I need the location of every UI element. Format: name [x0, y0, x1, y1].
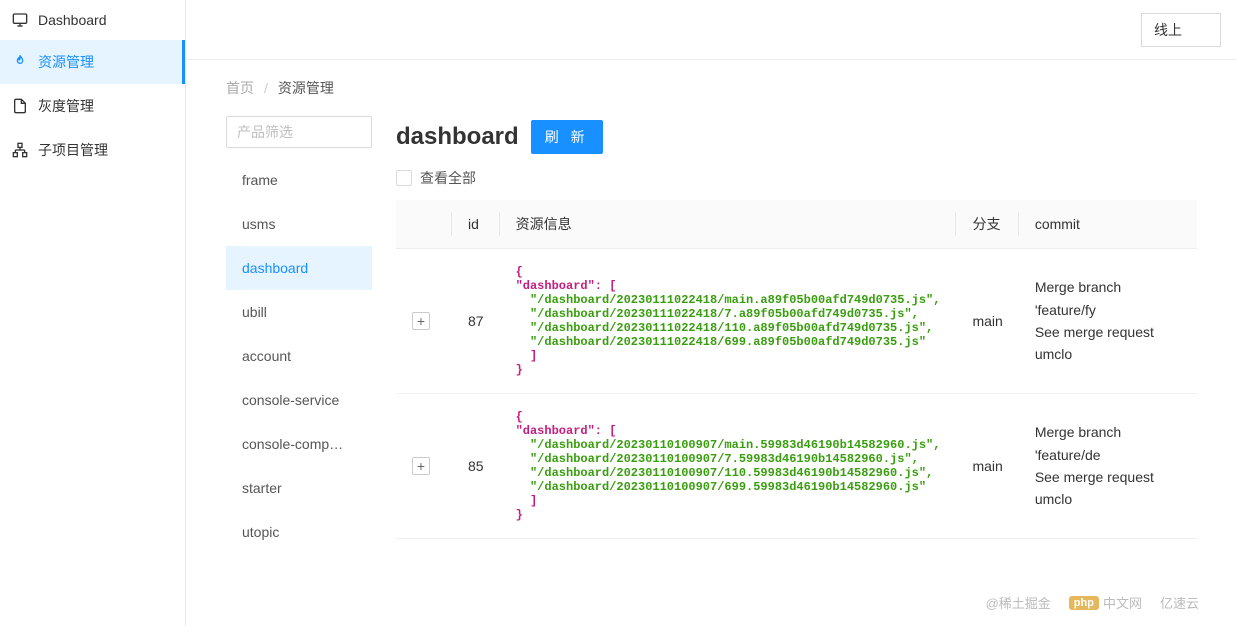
product-filter-input[interactable] — [226, 116, 372, 148]
env-select[interactable]: 线上 — [1141, 13, 1221, 47]
expand-button[interactable]: + — [412, 312, 430, 330]
nav-item-label: Dashboard — [38, 12, 107, 28]
nav-item-label: 资源管理 — [38, 52, 94, 72]
nav-item-dashboard[interactable]: Dashboard — [0, 0, 185, 40]
env-select-value: 线上 — [1154, 22, 1182, 38]
product-panel: frameusmsdashboardubillaccountconsole-se… — [226, 116, 372, 626]
refresh-button[interactable]: 刷 新 — [531, 120, 603, 154]
nav-item-资源管理[interactable]: 资源管理 — [0, 40, 185, 84]
col-branch: 分支 — [956, 200, 1018, 249]
breadcrumb: 首页 / 资源管理 — [186, 60, 1237, 116]
cell-id: 85 — [452, 394, 500, 539]
cell-branch: main — [956, 394, 1018, 539]
table-row: +85{ "dashboard": [ "/dashboard/20230110… — [396, 394, 1197, 539]
detail-panel: dashboard 刷 新 查看全部 id 资源信息 分 — [396, 116, 1197, 626]
product-item[interactable]: ubill — [226, 290, 372, 334]
table-row: +87{ "dashboard": [ "/dashboard/20230111… — [396, 249, 1197, 394]
cell-id: 87 — [452, 249, 500, 394]
nav-item-灰度管理[interactable]: 灰度管理 — [0, 84, 185, 128]
product-item[interactable]: utopic — [226, 510, 372, 554]
product-item[interactable]: starter — [226, 466, 372, 510]
sidebar: Dashboard 资源管理灰度管理子项目管理 — [0, 0, 186, 626]
cell-commit: Merge branch 'feature/fy See merge reque… — [1019, 249, 1197, 394]
breadcrumb-current: 资源管理 — [278, 78, 334, 98]
fire-icon — [12, 54, 28, 70]
resource-table: id 资源信息 分支 commit +87{ "dashboard": [ "/… — [396, 200, 1197, 539]
expand-button[interactable]: + — [412, 457, 430, 475]
view-all-label: 查看全部 — [420, 168, 476, 188]
col-expand — [396, 200, 452, 249]
page-title: dashboard — [396, 123, 519, 151]
view-all-checkbox[interactable] — [396, 170, 412, 186]
cell-branch: main — [956, 249, 1018, 394]
product-item[interactable]: account — [226, 334, 372, 378]
product-item[interactable]: console-service — [226, 378, 372, 422]
cell-resource: { "dashboard": [ "/dashboard/20230110100… — [500, 394, 957, 539]
file-icon — [12, 98, 28, 114]
col-resource: 资源信息 — [500, 200, 957, 249]
col-id: id — [452, 200, 500, 249]
main: 线上 首页 / 资源管理 frameusmsdashboardubillacco… — [186, 0, 1237, 626]
cell-resource: { "dashboard": [ "/dashboard/20230111022… — [500, 249, 957, 394]
product-item[interactable]: dashboard — [226, 246, 372, 290]
product-item[interactable]: usms — [226, 202, 372, 246]
cell-commit: Merge branch 'feature/de See merge reque… — [1019, 394, 1197, 539]
nav-item-label: 子项目管理 — [38, 140, 108, 160]
breadcrumb-separator: / — [264, 80, 268, 96]
product-item[interactable]: console-comp… — [226, 422, 372, 466]
monitor-icon — [12, 12, 28, 28]
topbar: 线上 — [186, 0, 1237, 60]
product-item[interactable]: frame — [226, 158, 372, 202]
col-commit: commit — [1019, 200, 1197, 249]
nav-item-label: 灰度管理 — [38, 96, 94, 116]
product-list: frameusmsdashboardubillaccountconsole-se… — [226, 158, 372, 554]
nav-item-子项目管理[interactable]: 子项目管理 — [0, 128, 185, 172]
breadcrumb-home[interactable]: 首页 — [226, 78, 254, 98]
sitemap-icon — [12, 142, 28, 158]
